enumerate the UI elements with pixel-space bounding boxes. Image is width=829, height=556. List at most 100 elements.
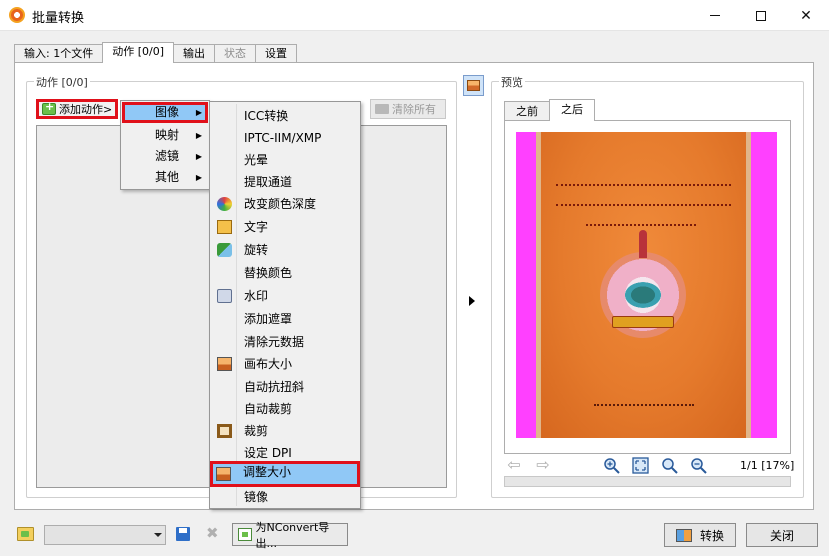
actions-group-label: 动作 [0/0] [34,74,90,90]
menu-item-label: 旋转 [244,243,269,257]
save-icon[interactable] [176,527,190,541]
tab-before[interactable]: 之前 [504,101,550,121]
tab-input[interactable]: 输入: 1个文件 [14,44,104,63]
image-submenu: ICC转换 IPTC-IIM/XMP 光晕 提取通道 改变颜色深度 文字 旋转 … [209,101,361,509]
window-title: 批量转换 [32,11,85,26]
menu-item-label: 滤镜 [155,149,180,163]
submenu-arrow-icon: ▶ [195,173,202,182]
export-icon [238,528,252,541]
open-folder-icon[interactable] [17,527,34,541]
menu-item-image[interactable]: 图像 ▶ [122,102,208,123]
close-button[interactable]: 关闭 [746,523,818,547]
add-icon [42,100,56,115]
book-spine [536,132,541,438]
tab-actions[interactable]: 动作 [0/0] [102,42,174,63]
menu-item-label: 调整大小 [243,465,292,479]
menu-item-auto-crop[interactable]: 自动裁剪 [211,398,359,420]
menu-item-auto-deskew[interactable]: 自动抗扭斜 [211,376,359,398]
previous-arrow-icon[interactable]: ⇦ [506,457,522,473]
convert-button[interactable]: 转换 [664,523,736,547]
convert-icon [675,528,692,542]
add-action-label: 添加动作> [59,103,113,116]
menu-item-icc-convert[interactable]: ICC转换 [211,105,359,127]
export-nconvert-button[interactable]: 为NConvert导出... [232,521,348,550]
banner-shape [612,316,674,328]
lotus-shape [622,280,664,310]
book-cover-image [536,132,751,438]
chevron-down-icon [154,533,162,537]
mandala-illustration [600,230,686,338]
convert-label: 转换 [699,528,724,543]
cover-text-line [556,184,731,189]
text-icon [217,220,232,234]
fit-to-window-icon[interactable] [632,457,649,474]
add-action-button[interactable]: 添加动作> [36,99,118,119]
zoom-icon[interactable] [661,457,678,474]
cover-text-line [556,204,731,209]
menu-item-label: 图像 [155,105,180,119]
close-icon: ✕ [800,7,812,24]
menu-item-mirror[interactable]: 镜像 [211,486,359,508]
menu-item-add-mask[interactable]: 添加遮罩 [211,308,359,330]
clear-all-button[interactable]: 清除所有 [370,99,446,119]
tab-settings[interactable]: 设置 [255,44,297,63]
menu-item-label: 画布大小 [244,357,293,371]
menu-item-extract-channel[interactable]: 提取通道 [211,171,359,193]
app-icon [9,7,25,23]
maximize-icon [756,10,766,21]
next-arrow-icon[interactable]: ⇨ [535,457,551,473]
menu-item-replace-color[interactable]: 替换颜色 [211,262,359,284]
menu-item-rotate[interactable]: 旋转 [211,239,359,261]
menu-item-label: 改变颜色深度 [244,197,317,211]
preview-image [516,132,777,438]
menu-item-filter[interactable]: 滤镜 ▶ [122,146,208,167]
menu-item-watermark[interactable]: 水印 [211,285,359,307]
main-tabs: 输入: 1个文件 动作 [0/0] 输出 状态 设置 [14,42,297,63]
close-label: 关闭 [769,528,794,543]
menu-item-label: 其他 [155,170,180,184]
menu-item-resize[interactable]: 调整大小 [210,461,360,487]
stupa-top [639,230,647,258]
menu-item-other[interactable]: 其他 ▶ [122,167,208,188]
tab-after[interactable]: 之后 [549,99,595,121]
tab-status: 状态 [214,44,256,63]
minimize-icon [710,15,720,16]
close-window-button[interactable]: ✕ [783,0,829,31]
resize-icon [216,467,231,481]
zoom-in-icon[interactable] [603,457,620,474]
clear-icon [375,104,389,114]
menu-item-canvas-size[interactable]: 画布大小 [211,353,359,375]
menu-item-label: 映射 [155,128,180,142]
color-depth-icon [217,197,232,211]
minimize-button[interactable] [692,0,738,31]
tab-output[interactable]: 输出 [173,44,215,63]
preview-scrollbar[interactable] [504,476,791,487]
preset-select[interactable] [44,525,166,545]
submenu-arrow-icon: ▶ [195,131,202,140]
preview-group-label: 预览 [499,74,525,90]
menu-item-color-depth[interactable]: 改变颜色深度 [211,193,359,215]
rotate-icon [217,243,232,257]
clear-all-label: 清除所有 [392,103,436,116]
expand-arrow-icon[interactable] [469,296,475,306]
preview-tabs: 之前 之后 [504,99,595,121]
menu-item-iptc-xmp[interactable]: IPTC-IIM/XMP [211,127,359,149]
menu-item-crop[interactable]: 裁剪 [211,420,359,442]
cover-text-line [586,224,696,229]
menu-item-text[interactable]: 文字 [211,216,359,238]
zoom-out-icon[interactable] [690,457,707,474]
canvas-size-icon [217,357,232,371]
title-bar: 批量转换 ✕ [0,0,829,31]
book-edge [746,132,751,438]
maximize-button[interactable] [738,0,784,31]
submenu-arrow-icon: ▶ [195,108,202,117]
export-nconvert-label: 为NConvert导出... [255,520,330,550]
delete-icon[interactable]: ✖ [206,526,219,541]
menu-item-map[interactable]: 映射 ▶ [122,125,208,146]
preview-toggle-button[interactable] [463,75,484,96]
menu-item-clear-metadata[interactable]: 清除元数据 [211,331,359,353]
menu-item-halo[interactable]: 光晕 [211,149,359,171]
page-info: 1/1 [17%] [740,459,795,472]
image-icon [467,80,480,91]
cover-footer-text [594,404,694,407]
